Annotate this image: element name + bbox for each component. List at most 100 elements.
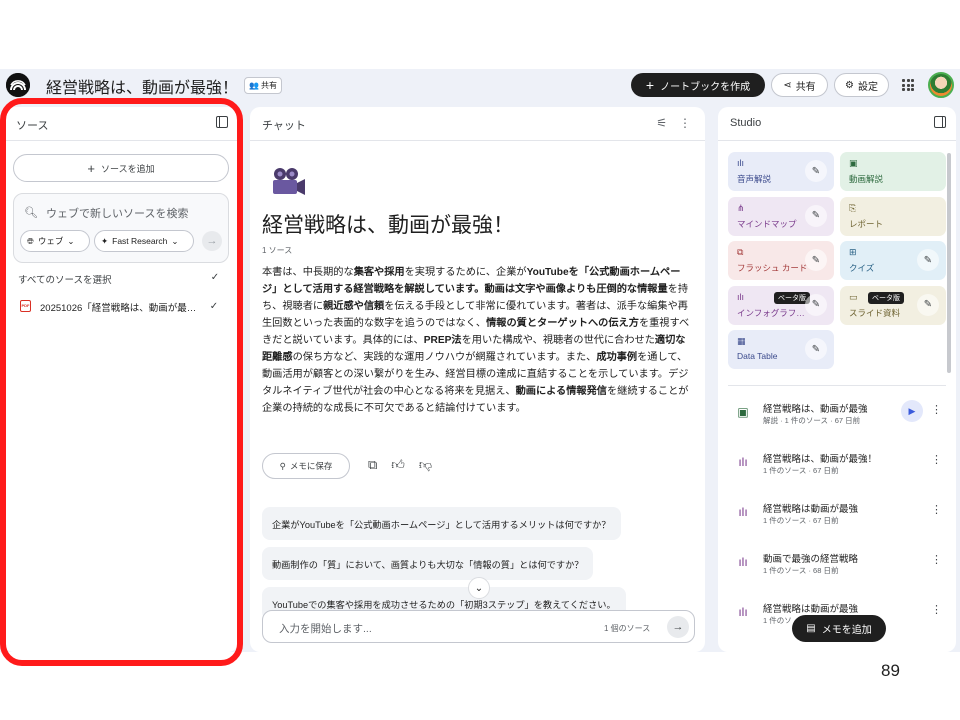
avatar[interactable] (928, 72, 954, 98)
source-item[interactable]: PDF 20251026「経営戦略は、動画が最… ✓ (18, 299, 223, 315)
note-icon: ▤ (806, 623, 816, 634)
chat-input[interactable]: 入力を開始します... (279, 621, 372, 636)
summary-segment: 動画による情報発信 (515, 386, 607, 397)
studio-tile-label: クイズ (849, 263, 875, 273)
scrollbar[interactable] (947, 153, 951, 373)
more-vert-icon[interactable]: ⋮ (679, 116, 691, 130)
more-vert-icon[interactable]: ⋮ (931, 403, 942, 416)
studio-tile-label: フラッシュ カード (737, 263, 808, 273)
notebooklm-window: 経営戦略は、動画が最強！ 👥 共有 + ノートブックを作成 ⋖ 共有 ⚙ 設定 (0, 69, 960, 652)
arrow-right-icon: → (672, 621, 684, 633)
web-search-box: 🔍︎ ウェブで新しいソースを検索 🌐︎ ウェブ ⌄ ✦ Fast Researc… (13, 193, 229, 263)
studio-tile[interactable]: ⊞ クイズ ✎ (840, 241, 946, 280)
settings-button[interactable]: ⚙ 設定 (834, 73, 889, 97)
datatable-icon: ▦ (737, 336, 746, 346)
search-input[interactable]: ウェブで新しいソースを検索 (46, 205, 188, 221)
studio-tile[interactable]: ılı インフォグラフ… ベータ版 ✎ (728, 285, 834, 325)
studio-tile[interactable]: ▭ スライド資料 ベータ版 ✎ (840, 285, 946, 325)
logo-glyph-icon (6, 73, 30, 97)
notebooklm-logo-icon[interactable] (6, 73, 30, 97)
note-meta: 1 件のソ (763, 616, 792, 625)
more-vert-icon[interactable]: ⋮ (931, 553, 942, 566)
create-notebook-button[interactable]: + ノートブックを作成 (631, 73, 765, 97)
search-icon: 🔍︎ (24, 207, 38, 219)
studio-tile-label: 動画解説 (849, 174, 884, 184)
select-all-checkbox[interactable]: ✓ (209, 272, 221, 284)
collapse-panel-icon[interactable] (934, 116, 946, 128)
studio-tile[interactable]: ⎘ レポート (840, 196, 946, 236)
summary-segment: 親近感や信頼 (323, 301, 385, 312)
note-title: 動画で最強の経営戦略 (763, 554, 859, 565)
apps-grid-icon[interactable] (902, 79, 914, 91)
infographic-note-icon: ılı (738, 505, 748, 519)
pencil-icon[interactable]: ✎ (805, 293, 827, 316)
more-vert-icon[interactable]: ⋮ (931, 503, 942, 516)
more-vert-icon[interactable]: ⋮ (931, 453, 942, 466)
pencil-icon[interactable]: ✎ (805, 249, 827, 271)
studio-tile[interactable]: ▦ Data Table ✎ (728, 330, 834, 369)
suggested-question[interactable]: 企業がYouTubeを「公式動画ホームページ」として活用するメリットは何ですか？ (262, 507, 621, 540)
select-all-label: すべてのソースを選択 (18, 275, 112, 286)
top-bar: 経営戦略は、動画が最強！ 👥 共有 + ノートブックを作成 ⋖ 共有 ⚙ 設定 (0, 69, 960, 101)
scroll-down-button[interactable]: ⌄ (468, 577, 490, 599)
shared-chip[interactable]: 👥 共有 (244, 77, 282, 94)
studio-tile-label: Data Table (737, 351, 778, 361)
globe-icon: 🌐︎ (27, 235, 34, 246)
studio-note-item[interactable]: ılı 経営戦略は動画が最強 1 件のソース · 67 日前 ⋮ (728, 496, 946, 536)
pencil-icon[interactable]: ✎ (917, 293, 939, 316)
notebook-title[interactable]: 経営戦略は、動画が最強！ (46, 74, 238, 98)
studio-note-item[interactable]: ılı 動画で最強の経営戦略 1 件のソース · 68 日前 ⋮ (728, 546, 946, 586)
settings-label: 設定 (857, 81, 878, 93)
pencil-icon[interactable]: ✎ (805, 338, 827, 360)
sparkle-search-icon: ✦ (101, 235, 109, 246)
infographic-icon: ılı (737, 291, 745, 302)
audio-icon: ılı (737, 158, 745, 168)
slide: 経営戦略は、動画が最強！ 👥 共有 + ノートブックを作成 ⋖ 共有 ⚙ 設定 (0, 0, 960, 720)
copy-icon[interactable]: ⧉ (368, 457, 377, 473)
pin-icon: ⚲ (279, 460, 286, 471)
more-vert-icon[interactable]: ⋮ (931, 603, 942, 616)
studio-tile[interactable]: ▣ 動画解説 (840, 152, 946, 191)
studio-tile-label: レポート (849, 218, 884, 229)
tune-icon[interactable]: ⚟ (656, 116, 667, 130)
mindmap-icon: ⋔ (737, 202, 745, 213)
suggested-question[interactable]: 動画制作の「質」において、画質よりも大切な「情報の質」とは何ですか？ (262, 547, 594, 580)
pencil-icon[interactable]: ✎ (805, 160, 827, 182)
thumbs-down-icon[interactable]: 👎︎ (419, 457, 432, 473)
chevron-down-icon: ⌄ (67, 235, 75, 246)
source-checkbox[interactable]: ✓ (208, 301, 220, 313)
add-source-button[interactable]: + ソースを追加 (13, 154, 229, 182)
studio-note-item[interactable]: ılı 経営戦略は、動画が最強！ 1 件のソース · 67 日前 ⋮ (728, 446, 946, 486)
share-icon: ⋖ (783, 79, 792, 91)
send-button[interactable]: → (667, 616, 689, 638)
chat-heading: 経営戦略は、動画が最強！ (262, 214, 514, 237)
summary-segment: 成功事例 (596, 352, 638, 363)
studio-tile-label: スライド資料 (849, 307, 901, 318)
web-source-dropdown[interactable]: 🌐︎ ウェブ ⌄ (20, 230, 90, 252)
studio-tile-label: インフォグラフ… (737, 307, 805, 318)
summary-segment: 本書は、中長期的な (262, 267, 354, 278)
studio-note-item[interactable]: ▣ 経営戦略は、動画が最強 解説 · 1 件のソース · 67 日前 ▶ ⋮ (728, 396, 946, 436)
chevron-down-icon: ⌄ (171, 235, 179, 246)
pencil-icon[interactable]: ✎ (805, 204, 827, 227)
play-icon[interactable]: ▶ (901, 400, 923, 422)
source-panel-title: ソース (16, 120, 49, 132)
search-submit-button[interactable]: → (202, 231, 222, 251)
pencil-icon[interactable]: ✎ (917, 249, 939, 271)
research-mode-dropdown[interactable]: ✦ Fast Research ⌄ (94, 230, 194, 252)
share-button[interactable]: ⋖ 共有 (771, 73, 828, 97)
chat-input-bar[interactable]: 入力を開始します... 1 個のソース → (262, 610, 695, 643)
save-note-label: メモに保存 (289, 461, 333, 471)
studio-tile[interactable]: ılı 音声解説 ✎ (728, 152, 834, 191)
save-to-note-button[interactable]: ⚲ メモに保存 (262, 453, 350, 479)
chat-toolbar: ⚟ ⋮ (656, 116, 691, 130)
thumbs-up-icon[interactable]: 👍︎ (391, 457, 405, 473)
summary-segment: を実現するために、企業が (404, 267, 527, 278)
studio-tile[interactable]: ⧉ フラッシュ カード ✎ (728, 241, 834, 280)
studio-tile[interactable]: ⋔ マインドマップ ✎ (728, 196, 834, 236)
flashcard-icon: ⧉ (737, 247, 744, 257)
summary-segment: 情報の質とターゲットへの伝え方 (486, 318, 639, 329)
add-note-button[interactable]: ▤ メモを追加 (792, 615, 886, 642)
gear-icon: ⚙ (845, 79, 854, 91)
collapse-panel-icon[interactable] (216, 116, 228, 128)
